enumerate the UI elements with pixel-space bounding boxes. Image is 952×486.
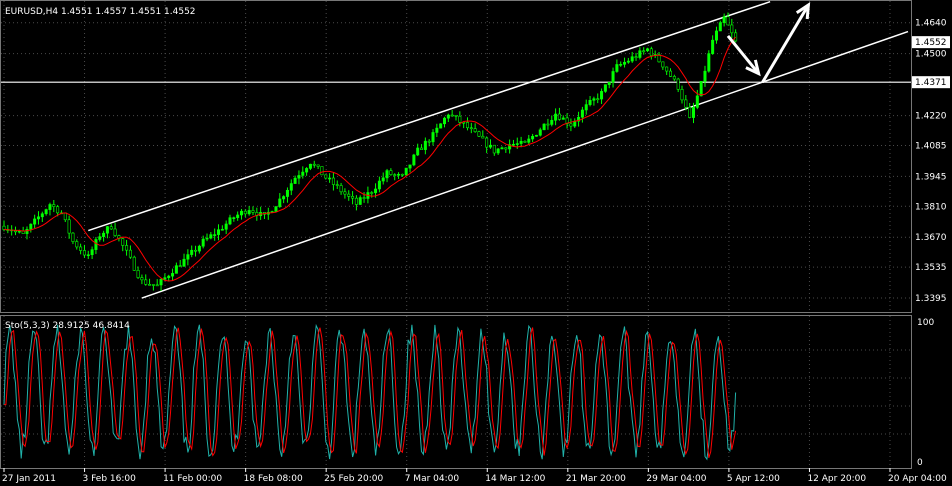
- price-tick-label: 1.3670: [915, 233, 947, 243]
- time-axis: 27 Jan 2011 3 Feb 16:00 11 Feb 00:00 18 Feb…: [2, 468, 947, 484]
- candle: [404, 167, 408, 176]
- level-label: 1.4552: [915, 38, 947, 48]
- price-tick-label: 1.3535: [915, 263, 947, 273]
- time-tick-label: 5 Apr 12:00: [727, 474, 780, 484]
- time-tick-label: 20 Apr 04:00: [888, 474, 947, 484]
- oscillator-tick-label: 0: [917, 458, 923, 468]
- candle: [603, 84, 607, 93]
- time-tick-label: 3 Feb 16:00: [83, 474, 137, 484]
- price-tick-label: 1.3945: [915, 172, 947, 182]
- time-tick-label: 12 Apr 20:00: [807, 474, 866, 484]
- price-tick-label: 1.4085: [915, 141, 947, 151]
- oscillator-tick-label: 100: [917, 318, 934, 328]
- oscillator-panel: Sto(5,3,3) 28.9125 46.8414 100 0: [0, 315, 934, 469]
- chart-root: EURUSD,H4 1.4551 1.4557 1.4551 1.4552 1.…: [0, 0, 950, 484]
- candle: [542, 123, 546, 131]
- price-tick-label: 1.4500: [915, 50, 947, 60]
- time-tick-label: 7 Mar 04:00: [405, 474, 460, 484]
- price-tick-label: 1.3810: [915, 202, 947, 212]
- candle: [132, 255, 136, 271]
- main-panel: EURUSD,H4 1.4551 1.4557 1.4551 1.4552 1.…: [0, 0, 950, 313]
- candle: [412, 153, 416, 167]
- time-tick-label: 11 Feb 00:00: [163, 474, 222, 484]
- time-tick-label: 25 Feb 20:00: [324, 474, 383, 484]
- price-tick-label: 1.4220: [915, 112, 947, 122]
- price-axis: 1.4640 1.4500 1.4220 1.4085 1.3945 1.3810 1.36…: [915, 19, 947, 304]
- price-tick-label: 1.3395: [915, 294, 947, 304]
- price-tick-label: 1.4640: [915, 19, 947, 29]
- candle: [534, 134, 538, 137]
- candle: [439, 123, 443, 129]
- time-tick-label: 29 Mar 04:00: [646, 474, 706, 484]
- candle: [477, 130, 481, 138]
- candle: [274, 206, 278, 212]
- oscillator-axis: 100 0: [917, 318, 934, 468]
- level-labels: 1.4552 1.4371: [912, 36, 950, 89]
- main-panel-border: [0, 0, 912, 313]
- oscillator-title: Sto(5,3,3) 28.9125 46.8414: [5, 321, 130, 331]
- time-tick-label: 27 Jan 2011: [2, 474, 56, 484]
- time-tick-label: 21 Mar 20:00: [566, 474, 626, 484]
- candle: [320, 166, 324, 176]
- chart-title: EURUSD,H4 1.4551 1.4557 1.4551 1.4552: [5, 7, 196, 17]
- time-tick-label: 18 Feb 08:00: [244, 474, 303, 484]
- candle: [707, 50, 711, 73]
- time-tick-label: 14 Mar 12:00: [485, 474, 545, 484]
- level-label: 1.4371: [915, 78, 947, 88]
